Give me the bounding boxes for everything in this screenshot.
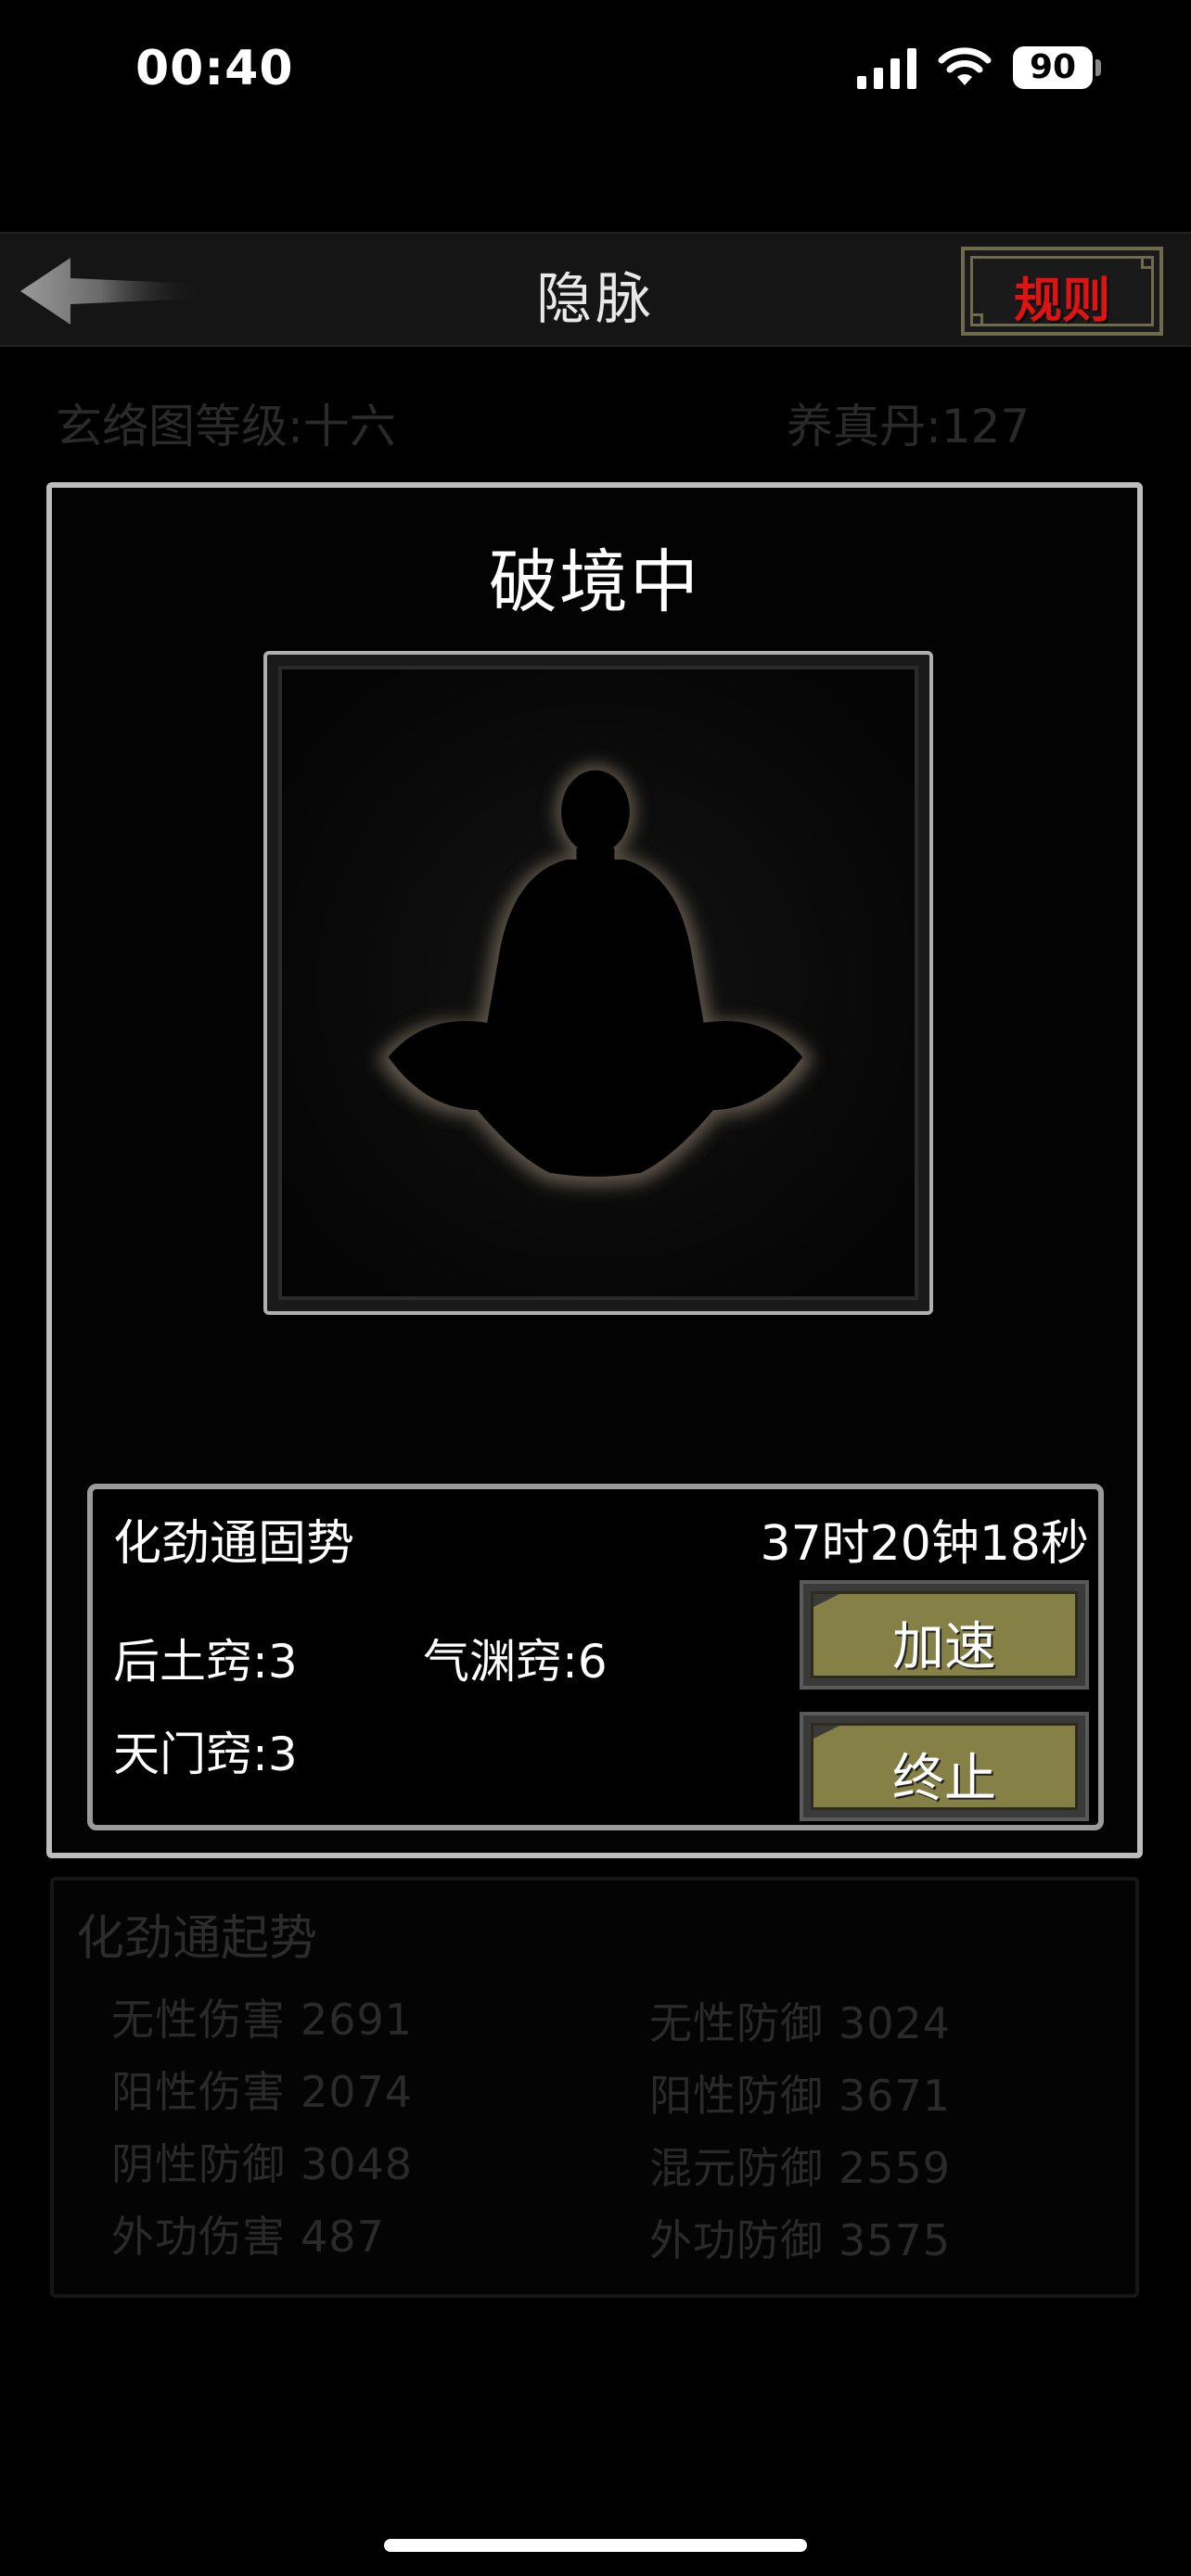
battery-level: 90 <box>1029 48 1077 86</box>
status-bar: 00:40 90 <box>0 0 1191 139</box>
stat-value: 3024 <box>839 1998 952 2048</box>
rules-label: 规则 <box>1013 274 1110 329</box>
stat-value: 3575 <box>839 2215 952 2265</box>
stat-label: 混元防御 <box>649 2143 824 2193</box>
acupoint-houtu: 后土窍:3 <box>113 1635 298 1689</box>
stat-label: 外功防御 <box>649 2215 824 2265</box>
meditation-figure-icon <box>282 670 915 1296</box>
button-face: 终止 <box>811 1723 1078 1810</box>
stats-panel: 化劲通起势 无性伤害 2691 阳性伤害 2074 阴性防御 3048 外功伤害 487… <box>50 1877 1139 2298</box>
speed-up-label: 加速 <box>892 1617 996 1677</box>
stat-item: 外功伤害 487 <box>111 2203 385 2264</box>
stop-button[interactable]: 终止 <box>800 1712 1089 1821</box>
signal-icon <box>857 48 916 89</box>
battery-tip <box>1095 59 1101 76</box>
stat-label: 阳性伤害 <box>111 2067 286 2117</box>
rules-button[interactable]: 规则 <box>961 247 1163 336</box>
map-level-text: 玄络图等级:十六 <box>56 400 396 453</box>
stat-label: 无性伤害 <box>111 1995 286 2045</box>
meditation-frame <box>263 651 933 1315</box>
stat-item: 外功防御 3575 <box>649 2207 951 2268</box>
battery-icon: 90 <box>1013 46 1101 91</box>
skill-name: 化劲通固势 <box>113 1516 355 1572</box>
stat-item: 阳性防御 3671 <box>649 2062 951 2123</box>
speed-up-button[interactable]: 加速 <box>800 1580 1089 1690</box>
stat-value: 3671 <box>839 2071 952 2121</box>
acupoint-tianmen: 天门窍:3 <box>113 1728 298 1781</box>
countdown-timer: 37时20钟18秒 <box>760 1516 1089 1572</box>
meditation-view <box>278 666 918 1300</box>
stat-value: 2559 <box>839 2143 952 2193</box>
stat-item: 阳性伤害 2074 <box>111 2059 413 2120</box>
stat-value: 487 <box>301 2212 385 2262</box>
status-time: 00:40 <box>135 41 294 96</box>
stop-label: 终止 <box>892 1749 996 1809</box>
stat-label: 无性防御 <box>649 1998 824 2048</box>
stat-label: 阴性防御 <box>111 2139 286 2189</box>
button-face: 加速 <box>811 1591 1078 1678</box>
stat-label: 外功伤害 <box>111 2212 286 2262</box>
stat-item: 阴性防御 3048 <box>111 2131 413 2192</box>
wifi-icon <box>938 47 992 85</box>
panel-title: 破境中 <box>489 542 700 622</box>
stat-item: 混元防御 2559 <box>649 2135 951 2196</box>
breakthrough-panel: 破境中 化劲通固势 37时20钟18秒 后土窍:3 气渊窍:6 天门窍:3 加速… <box>46 482 1143 1858</box>
breakthrough-status-box: 化劲通固势 37时20钟18秒 后土窍:3 气渊窍:6 天门窍:3 加速 终止 <box>87 1484 1104 1830</box>
stat-value: 3048 <box>301 2139 414 2189</box>
stats-title: 化劲通起势 <box>76 1911 318 1967</box>
stat-label: 阳性防御 <box>649 2071 824 2121</box>
pill-count-text: 养真丹:127 <box>787 400 1031 453</box>
stat-value: 2074 <box>301 2067 414 2117</box>
home-indicator[interactable] <box>384 2539 807 2552</box>
header-bar: 隐脉 规则 <box>0 232 1191 347</box>
stat-value: 2691 <box>301 1995 414 2045</box>
stat-item: 无性伤害 2691 <box>111 1986 413 2047</box>
acupoint-qiyuan: 气渊窍:6 <box>423 1635 608 1689</box>
stat-item: 无性防御 3024 <box>649 1990 951 2051</box>
